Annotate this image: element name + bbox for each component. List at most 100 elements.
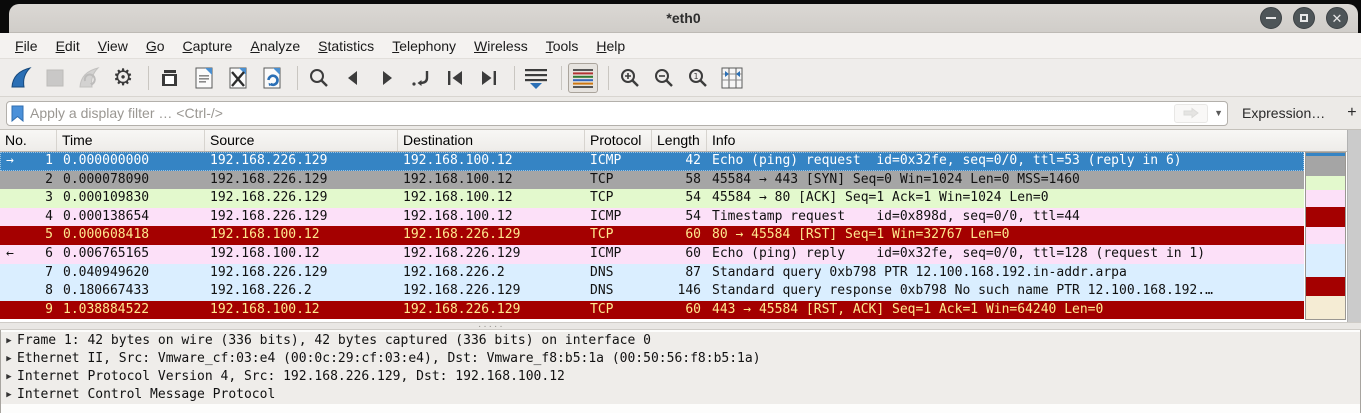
start-capture-button[interactable] <box>6 63 36 93</box>
close-file-button[interactable] <box>223 63 253 93</box>
minimize-button[interactable] <box>1260 7 1282 29</box>
direction-arrow: → <box>6 152 14 171</box>
reload-file-button[interactable] <box>257 63 287 93</box>
add-filter-button[interactable]: + <box>1347 104 1356 122</box>
go-to-packet-icon <box>409 66 433 90</box>
minimap-band <box>1306 176 1345 190</box>
go-back-button[interactable] <box>338 63 368 93</box>
zoom-out-button[interactable] <box>649 63 679 93</box>
window-controls: ✕ <box>1260 7 1348 29</box>
capture-options-button[interactable]: ⚙ <box>108 63 138 93</box>
packet-row[interactable]: 7 0.040949620 192.168.226.129 192.168.22… <box>0 264 1304 283</box>
zoom-100-button[interactable]: 1 <box>683 63 713 93</box>
packet-list-header: No. Time Source Destination Protocol Len… <box>0 130 1347 152</box>
expand-triangle-icon[interactable]: ▶ <box>1 386 17 404</box>
packet-row[interactable]: 4 0.000138654 192.168.226.129 192.168.10… <box>0 208 1304 227</box>
vertical-scrollbar[interactable] <box>1347 130 1361 322</box>
display-filter-input[interactable] <box>30 105 1174 121</box>
menu-item-capture[interactable]: Capture <box>174 35 242 57</box>
last-packet-button[interactable] <box>474 63 504 93</box>
go-forward-icon <box>375 66 399 90</box>
zoom-out-icon <box>652 66 676 90</box>
main-toolbar: ⚙ <box>0 59 1361 97</box>
expand-triangle-icon[interactable]: ▶ <box>1 368 17 386</box>
column-header-source[interactable]: Source <box>205 130 398 151</box>
save-file-button[interactable] <box>189 63 219 93</box>
menu-item-telephony[interactable]: Telephony <box>383 35 465 57</box>
column-header-destination[interactable]: Destination <box>398 130 585 151</box>
packet-details-pane: ▶ Frame 1: 42 bytes on wire (336 bits), … <box>0 330 1361 413</box>
menu-item-statistics[interactable]: Statistics <box>309 35 383 57</box>
go-to-packet-button[interactable] <box>406 63 436 93</box>
filter-bookmark-icon[interactable] <box>11 105 24 122</box>
toolbar-separator <box>148 66 149 90</box>
menu-item-go[interactable]: Go <box>137 35 174 57</box>
apply-filter-button <box>1174 104 1208 123</box>
window-title: *eth0 <box>666 10 700 26</box>
packet-row[interactable]: →1 0.000000000 192.168.226.129 192.168.1… <box>0 152 1304 171</box>
menu-item-wireless[interactable]: Wireless <box>465 35 537 57</box>
column-header-info[interactable]: Info <box>707 130 1347 151</box>
minimap-band <box>1306 277 1345 296</box>
column-header-length[interactable]: Length <box>652 130 707 151</box>
first-packet-button[interactable] <box>440 63 470 93</box>
close-file-icon <box>226 66 250 90</box>
colorize-button[interactable] <box>568 63 598 93</box>
detail-tree-row[interactable]: ▶ Frame 1: 42 bytes on wire (336 bits), … <box>1 332 1360 350</box>
direction-arrow: ← <box>6 245 14 264</box>
menu-item-file[interactable]: File <box>6 35 47 57</box>
minimap-band <box>1306 227 1345 244</box>
expression-button[interactable]: Expression… <box>1242 105 1325 121</box>
minimap-band <box>1306 207 1345 227</box>
column-header-protocol[interactable]: Protocol <box>585 130 652 151</box>
pane-splitter[interactable]: ····· <box>0 322 1361 330</box>
stop-capture-button <box>40 63 70 93</box>
maximize-button[interactable] <box>1293 7 1315 29</box>
packet-row[interactable]: 2 0.000078090 192.168.226.129 192.168.10… <box>0 171 1304 190</box>
packet-row[interactable]: 8 0.180667433 192.168.226.2 192.168.226.… <box>0 282 1304 301</box>
zoom-100-icon: 1 <box>686 66 710 90</box>
filter-toolbar: ▼ Expression… + <box>0 97 1361 130</box>
svg-text:1: 1 <box>693 72 698 81</box>
menu-item-help[interactable]: Help <box>587 35 634 57</box>
go-forward-button[interactable] <box>372 63 402 93</box>
expand-triangle-icon[interactable]: ▶ <box>1 332 17 350</box>
minimap-band <box>1306 244 1345 277</box>
resize-columns-icon <box>719 65 745 91</box>
menu-item-tools[interactable]: Tools <box>537 35 588 57</box>
detail-tree-row[interactable]: ▶ Internet Protocol Version 4, Src: 192.… <box>1 368 1360 386</box>
packet-row[interactable]: ←6 0.006765165 192.168.100.12 192.168.22… <box>0 245 1304 264</box>
filter-dropdown-caret[interactable]: ▼ <box>1214 108 1223 118</box>
packet-row[interactable]: 3 0.000109830 192.168.226.129 192.168.10… <box>0 189 1304 208</box>
auto-scroll-button[interactable] <box>521 63 551 93</box>
column-header-time[interactable]: Time <box>57 130 205 151</box>
close-icon: ✕ <box>1332 12 1343 25</box>
display-filter-box[interactable]: ▼ <box>6 101 1228 126</box>
menu-item-edit[interactable]: Edit <box>47 35 89 57</box>
menu-item-analyze[interactable]: Analyze <box>241 35 309 57</box>
close-button[interactable]: ✕ <box>1326 7 1348 29</box>
resize-columns-button[interactable] <box>717 63 747 93</box>
menu-item-view[interactable]: View <box>89 35 137 57</box>
detail-tree-row[interactable]: ▶ Ethernet II, Src: Vmware_cf:03:e4 (00:… <box>1 350 1360 368</box>
minimize-icon <box>1266 17 1276 19</box>
expand-triangle-icon[interactable]: ▶ <box>1 350 17 368</box>
packet-row[interactable]: 9 1.038884522 192.168.100.12 192.168.226… <box>0 301 1304 320</box>
open-file-button[interactable] <box>155 63 185 93</box>
packet-row[interactable]: 5 0.000608418 192.168.100.12 192.168.226… <box>0 226 1304 245</box>
detail-text: Internet Control Message Protocol <box>17 386 275 404</box>
minimap-band <box>1306 190 1345 207</box>
reload-file-icon <box>260 66 284 90</box>
zoom-in-icon <box>618 66 642 90</box>
go-back-icon <box>341 66 365 90</box>
zoom-in-button[interactable] <box>615 63 645 93</box>
intelligent-scrollbar[interactable] <box>1305 152 1346 320</box>
auto-scroll-icon <box>523 65 549 91</box>
detail-text: Ethernet II, Src: Vmware_cf:03:e4 (00:0c… <box>17 350 761 368</box>
start-capture-icon <box>9 66 33 90</box>
detail-tree-row[interactable]: ▶ Internet Control Message Protocol <box>1 386 1360 404</box>
column-header-no[interactable]: No. <box>0 130 57 151</box>
titlebar[interactable]: *eth0 ✕ <box>9 4 1358 33</box>
detail-text: Frame 1: 42 bytes on wire (336 bits), 42… <box>17 332 651 350</box>
find-packet-button[interactable] <box>304 63 334 93</box>
